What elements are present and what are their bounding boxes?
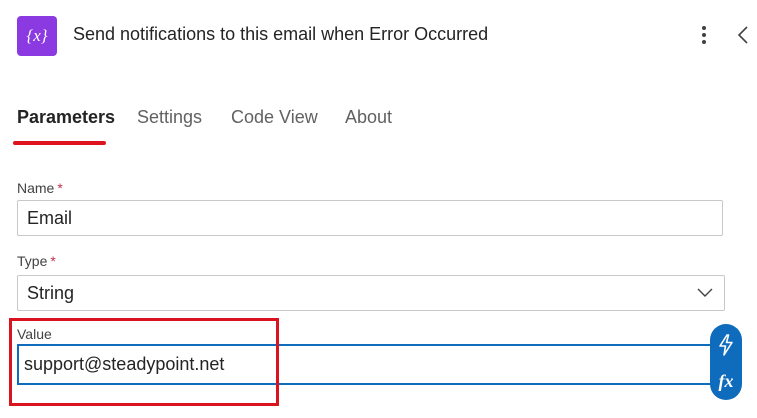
lightning-icon (719, 334, 733, 356)
value-input[interactable]: support@steadypoint.net (17, 344, 728, 385)
collapse-panel-button[interactable] (732, 20, 754, 50)
variable-icon: {x} (17, 16, 57, 56)
tab-parameters[interactable]: Parameters (17, 107, 115, 128)
required-marker: * (50, 253, 56, 269)
more-vertical-icon (702, 26, 706, 44)
type-field-label: Type * (17, 253, 56, 269)
token-picker-buttons: fx (710, 324, 742, 400)
active-tab-indicator (13, 141, 106, 145)
type-selected-value: String (27, 282, 75, 303)
chevron-down-icon (697, 288, 713, 298)
svg-text:{x}: {x} (26, 26, 47, 45)
tab-settings[interactable]: Settings (137, 107, 202, 128)
tab-code-view[interactable]: Code View (231, 107, 318, 128)
action-title: Send notifications to this email when Er… (73, 24, 489, 44)
name-input[interactable]: Email (17, 200, 723, 236)
chevron-left-icon (738, 26, 748, 44)
tab-about[interactable]: About (345, 107, 392, 128)
required-marker: * (57, 180, 63, 196)
type-label-text: Type (17, 253, 48, 269)
more-options-button[interactable] (692, 20, 716, 50)
value-field-label: Value (17, 326, 52, 342)
name-label-text: Name (17, 180, 55, 196)
type-dropdown[interactable]: String (17, 275, 725, 311)
expression-button[interactable]: fx (710, 364, 742, 398)
name-field-label: Name * (17, 180, 63, 196)
dynamic-content-button[interactable] (710, 328, 742, 362)
